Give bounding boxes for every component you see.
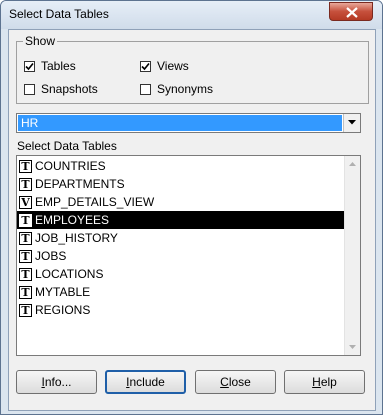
views-checkbox-box[interactable]	[140, 60, 151, 72]
table-type-icon: T	[19, 249, 32, 263]
list-item-name: REGIONS	[35, 303, 91, 317]
table-type-icon: T	[19, 231, 32, 245]
include-button-label: nclude	[129, 375, 165, 389]
views-checkbox-label: Views	[157, 59, 189, 73]
close-button[interactable]: Close	[195, 370, 276, 394]
scroll-down-button[interactable]	[345, 339, 360, 355]
table-type-icon: T	[19, 267, 32, 281]
list-item[interactable]: T EMPLOYEES	[17, 211, 346, 229]
tables-checkbox[interactable]: Tables	[24, 59, 76, 73]
help-button-mnemonic: H	[312, 375, 321, 389]
list-item-name: JOBS	[35, 249, 67, 263]
synonyms-checkbox-label: Synonyms	[157, 82, 214, 96]
window-title: Select Data Tables	[9, 7, 109, 21]
table-type-icon: T	[19, 303, 32, 317]
snapshots-checkbox-label: Snapshots	[41, 82, 98, 96]
info-button[interactable]: Info...	[16, 370, 97, 394]
view-type-icon: V	[19, 195, 32, 209]
chevron-down-icon	[348, 120, 356, 125]
table-listbox[interactable]: T COUNTRIES T DEPARTMENTS V EMP_DETAILS_…	[16, 155, 361, 356]
select-data-tables-dialog: Select Data Tables Show Tables Views Sna…	[0, 0, 383, 415]
close-button-label: lose	[228, 375, 251, 389]
list-item[interactable]: T JOBS	[17, 247, 346, 265]
checkmark-icon	[25, 62, 34, 70]
views-checkbox[interactable]: Views	[140, 59, 189, 73]
info-button-label: nfo...	[44, 375, 72, 389]
synonyms-checkbox-box[interactable]	[140, 83, 151, 95]
table-list: T COUNTRIES T DEPARTMENTS V EMP_DETAILS_…	[17, 157, 346, 319]
list-item-name: EMPLOYEES	[35, 213, 110, 227]
checkmark-icon	[141, 62, 150, 70]
tables-checkbox-box[interactable]	[24, 60, 35, 72]
chevron-up-icon	[349, 162, 356, 166]
table-type-icon: T	[19, 177, 32, 191]
list-item[interactable]: V EMP_DETAILS_VIEW	[17, 193, 346, 211]
synonyms-checkbox[interactable]: Synonyms	[140, 82, 213, 96]
title-bar[interactable]: Select Data Tables	[1, 1, 382, 29]
list-item[interactable]: T REGIONS	[17, 301, 346, 319]
table-type-icon: T	[19, 285, 32, 299]
list-item-name: JOB_HISTORY	[35, 231, 118, 245]
list-item-name: DEPARTMENTS	[35, 177, 125, 191]
dialog-body: Show Tables Views Snapshots Synonyms HR …	[8, 29, 376, 411]
list-item[interactable]: T JOB_HISTORY	[17, 229, 346, 247]
list-item-name: EMP_DETAILS_VIEW	[35, 195, 155, 209]
close-button-mnemonic: C	[220, 375, 229, 389]
scroll-up-button[interactable]	[345, 156, 360, 172]
list-item-name: COUNTRIES	[35, 159, 106, 173]
snapshots-checkbox[interactable]: Snapshots	[24, 82, 98, 96]
schema-select[interactable]: HR	[16, 113, 361, 133]
table-type-icon: T	[19, 213, 32, 227]
window-close-button[interactable]	[329, 2, 373, 21]
list-scrollbar[interactable]	[344, 156, 360, 355]
schema-dropdown-button[interactable]	[343, 114, 360, 132]
include-button[interactable]: Include	[105, 370, 186, 394]
snapshots-checkbox-box[interactable]	[24, 83, 35, 95]
list-item-name: MYTABLE	[35, 285, 91, 299]
list-item[interactable]: T LOCATIONS	[17, 265, 346, 283]
list-item[interactable]: T DEPARTMENTS	[17, 175, 346, 193]
show-groupbox: Show Tables Views Snapshots Synonyms	[16, 34, 369, 104]
list-item-name: LOCATIONS	[35, 267, 104, 281]
chevron-down-icon	[349, 345, 356, 349]
table-list-label: Select Data Tables	[17, 139, 117, 153]
table-type-icon: T	[19, 159, 32, 173]
list-item[interactable]: T MYTABLE	[17, 283, 346, 301]
list-item[interactable]: T COUNTRIES	[17, 157, 346, 175]
help-button-label: elp	[320, 375, 337, 389]
schema-select-value[interactable]: HR	[18, 115, 342, 131]
help-button[interactable]: Help	[284, 370, 365, 394]
close-icon	[346, 7, 358, 18]
show-group-title: Show	[23, 34, 58, 48]
tables-checkbox-label: Tables	[41, 59, 76, 73]
